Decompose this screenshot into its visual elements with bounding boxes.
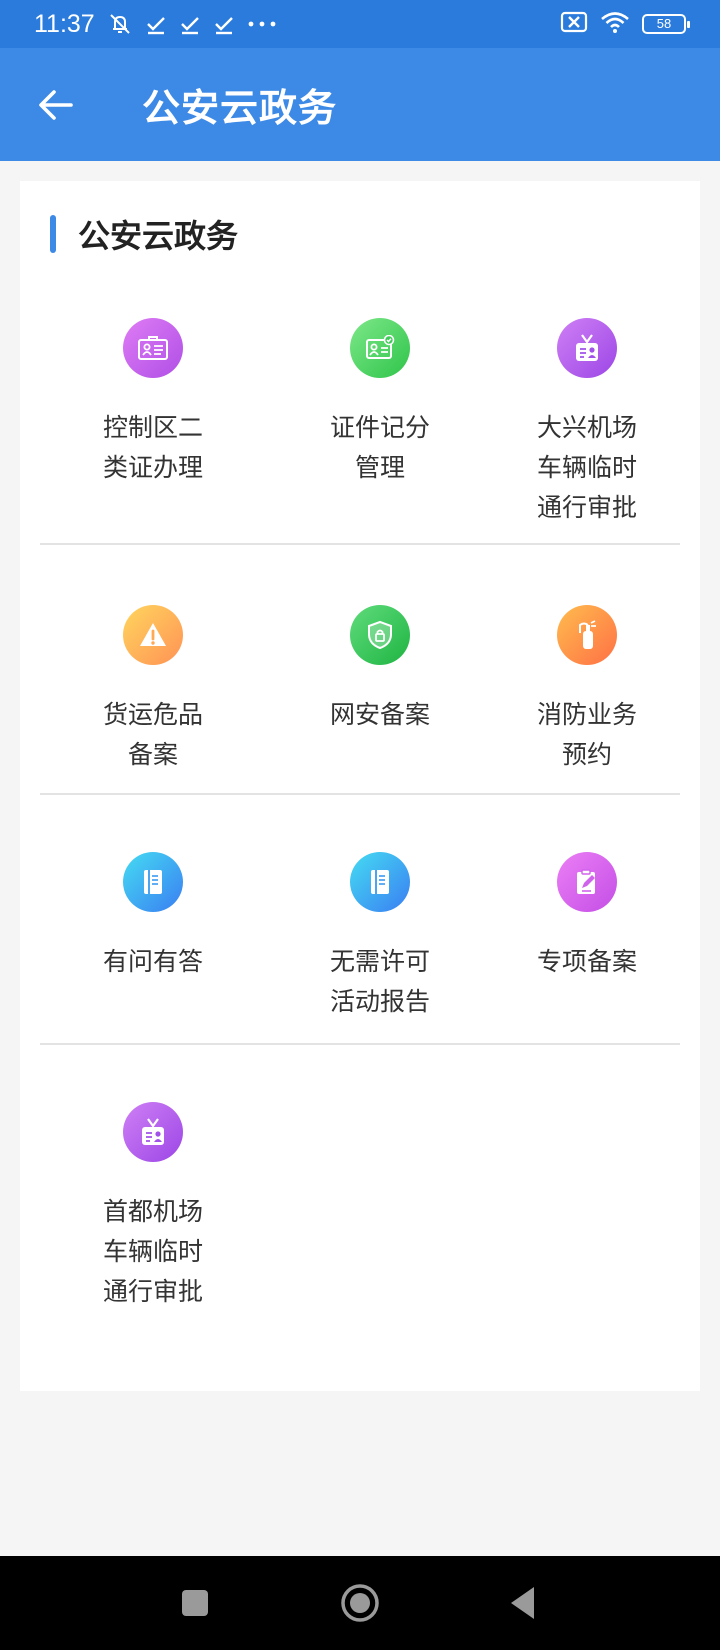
edit-note-icon — [557, 852, 617, 912]
home-button[interactable] — [305, 1556, 415, 1650]
back-arrow-icon — [39, 89, 73, 120]
service-tile-control-zone-pass[interactable]: 控制区二类证办理 — [40, 318, 266, 543]
service-label: 无需许可活动报告 — [329, 947, 430, 1016]
fire-extinguisher-icon — [557, 605, 617, 665]
recent-apps-button[interactable] — [140, 1556, 250, 1650]
circle-icon — [341, 1584, 379, 1622]
service-row-2: 货运危品备案 网安备案 消防业务预约 — [40, 545, 680, 795]
service-tile-qa[interactable]: 有问有答 — [40, 795, 266, 1043]
service-tile-cyber-security-filing[interactable]: 网安备案 — [266, 545, 494, 793]
service-label: 有问有答 — [102, 947, 203, 976]
triangle-back-icon — [511, 1587, 534, 1619]
status-time: 11:37 — [34, 9, 95, 38]
section-title: 公安云政务 — [78, 217, 239, 255]
check-notification-icon — [179, 13, 201, 35]
service-tile-dangerous-goods[interactable]: 货运危品备案 — [40, 545, 266, 793]
back-button[interactable] — [26, 75, 86, 135]
sim-off-icon — [560, 11, 588, 37]
notebook-icon — [123, 852, 183, 912]
service-tile-fire-service-booking[interactable]: 消防业务预约 — [494, 545, 680, 793]
service-label: 专项备案 — [536, 947, 637, 976]
page-title: 公安云政务 — [142, 86, 338, 130]
back-nav-button[interactable] — [468, 1556, 578, 1650]
check-notification-icon — [145, 13, 167, 35]
service-label: 网安备案 — [329, 700, 430, 729]
notebook-icon — [350, 852, 410, 912]
system-nav-bar — [0, 1556, 720, 1650]
service-row-4: 首都机场车辆临时通行审批 — [40, 1045, 680, 1345]
service-row-1: 控制区二类证办理 证件记分管理 大兴机场车辆临时通行审批 — [40, 318, 680, 545]
wifi-icon — [600, 10, 630, 38]
certified-card-icon — [350, 318, 410, 378]
badge-pass-icon — [123, 1102, 183, 1162]
service-label: 大兴机场车辆临时通行审批 — [536, 413, 637, 522]
more-notifications-icon — [247, 19, 277, 29]
section-accent-bar — [50, 215, 56, 253]
service-label: 控制区二类证办理 — [102, 413, 203, 482]
service-label: 证件记分管理 — [329, 413, 430, 482]
app-header: 公安云政务 — [0, 48, 720, 161]
id-card-icon — [123, 318, 183, 378]
service-label: 消防业务预约 — [536, 700, 637, 769]
section-header: 公安云政务 — [50, 211, 238, 257]
service-label: 首都机场车辆临时通行审批 — [102, 1197, 203, 1306]
service-tile-license-points[interactable]: 证件记分管理 — [266, 318, 494, 543]
service-label: 货运危品备案 — [102, 700, 203, 769]
check-notification-icon — [213, 13, 235, 35]
service-tile-daxing-vehicle-pass[interactable]: 大兴机场车辆临时通行审批 — [494, 318, 680, 543]
battery-icon: 58 — [642, 14, 690, 34]
status-bar: 11:37 58 — [0, 0, 720, 48]
service-tile-capital-airport-vehicle-pass[interactable]: 首都机场车辆临时通行审批 — [40, 1045, 266, 1345]
square-icon — [182, 1590, 208, 1616]
service-tile-special-filing[interactable]: 专项备案 — [494, 795, 680, 1043]
warning-icon — [123, 605, 183, 665]
badge-pass-icon — [557, 318, 617, 378]
shield-lock-icon — [350, 605, 410, 665]
service-row-3: 有问有答 无需许可活动报告 专项备案 — [40, 795, 680, 1045]
service-tile-non-permit-activity-report[interactable]: 无需许可活动报告 — [266, 795, 494, 1043]
service-card: 公安云政务 控制区二类证办理 证件记分管理 大兴机场车辆临时通行审批 货运危品备… — [20, 181, 700, 1391]
notification-muted-icon — [107, 11, 133, 37]
